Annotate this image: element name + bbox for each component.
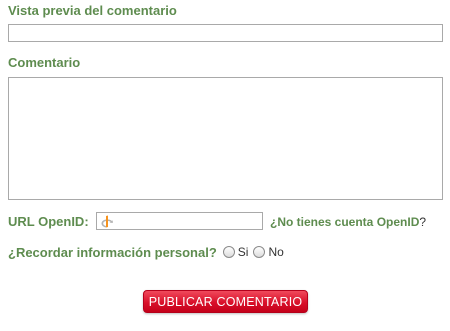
openid-help-text: ¿No tienes cuenta OpenID? bbox=[270, 215, 426, 229]
remember-no-radio[interactable] bbox=[253, 246, 266, 258]
openid-row: URL OpenID: ¿No tienes cuenta OpenID? bbox=[8, 212, 448, 232]
remember-row: ¿Recordar información personal? Si No bbox=[8, 243, 289, 261]
openid-input[interactable] bbox=[115, 213, 260, 229]
remember-yes-label[interactable]: Si bbox=[238, 245, 249, 259]
comment-preview-box bbox=[8, 24, 443, 42]
openid-icon bbox=[101, 215, 113, 228]
remember-yes-radio[interactable] bbox=[222, 246, 235, 258]
openid-label: URL OpenID: bbox=[8, 214, 89, 229]
preview-label: Vista previa del comentario bbox=[8, 3, 177, 18]
openid-field[interactable] bbox=[96, 212, 263, 230]
comment-textarea[interactable] bbox=[8, 77, 443, 200]
publish-comment-button[interactable]: PUBLICAR COMENTARIO bbox=[143, 290, 308, 313]
remember-no-label[interactable]: No bbox=[268, 245, 283, 259]
remember-label: ¿Recordar información personal? bbox=[8, 244, 217, 260]
openid-help-suffix: ? bbox=[419, 215, 427, 229]
no-openid-link[interactable]: ¿No tienes cuenta OpenID bbox=[270, 215, 419, 229]
comment-label: Comentario bbox=[8, 55, 81, 70]
